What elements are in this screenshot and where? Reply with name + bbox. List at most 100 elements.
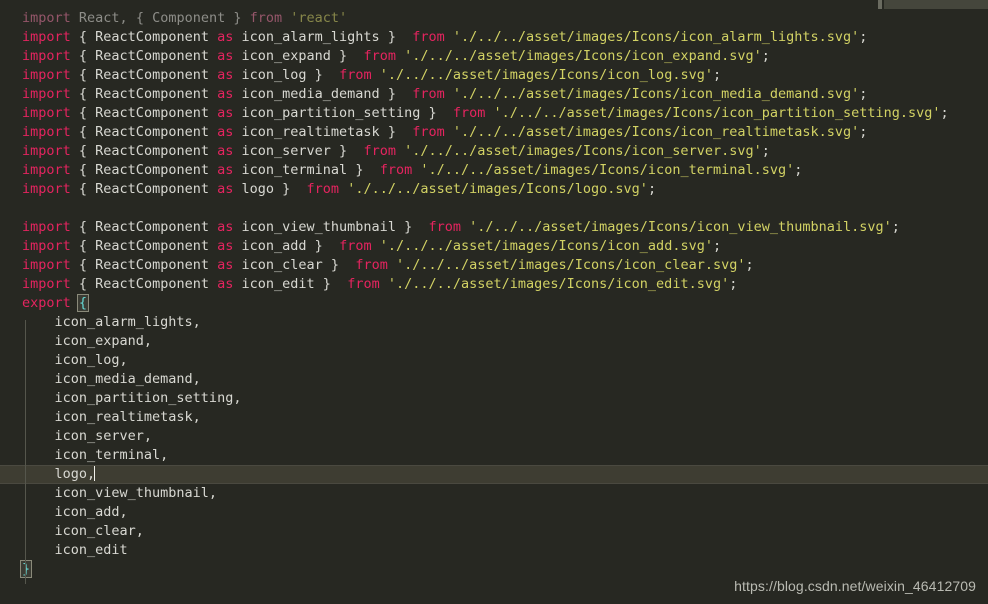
code-line[interactable]: icon_partition_setting, <box>0 389 988 408</box>
code-line[interactable]: icon_server, <box>0 427 988 446</box>
vertical-scrollbar-thumb[interactable] <box>878 0 882 9</box>
code-token-kw: import <box>22 86 71 102</box>
code-token-id: icon_edit <box>22 542 128 558</box>
code-token-kw: from <box>347 276 380 292</box>
code-token-id: icon_media_demand <box>241 86 380 102</box>
indent-guide <box>25 320 26 584</box>
code-token-str: './../../asset/images/Icons/icon_log.svg… <box>379 67 713 83</box>
code-token-id: ReactComponent <box>95 257 209 273</box>
code-line[interactable]: import { ReactComponent as icon_edit } f… <box>0 275 988 294</box>
code-line[interactable]: import { ReactComponent as logo } from '… <box>0 180 988 199</box>
bracket-match-highlight: { <box>76 294 90 312</box>
code-line[interactable]: import { ReactComponent as icon_log } fr… <box>0 66 988 85</box>
code-token-punc: { <box>70 48 96 64</box>
code-token-kw: as <box>217 219 234 235</box>
code-token-sp <box>233 276 241 292</box>
code-token-kw: as <box>217 162 234 178</box>
code-token-punc: { <box>70 276 96 292</box>
code-token-punc: { <box>70 257 96 273</box>
text-cursor <box>94 466 96 481</box>
code-line[interactable]: icon_add, <box>0 503 988 522</box>
code-token-id: ReactComponent <box>95 238 209 254</box>
code-line[interactable]: icon_alarm_lights, <box>0 313 988 332</box>
code-token-id: icon_edit <box>241 276 315 292</box>
code-editor[interactable]: import React, { Component } from 'react'… <box>0 0 988 604</box>
code-token-sp <box>233 67 241 83</box>
code-token-id: ReactComponent <box>95 86 209 102</box>
minimap-slider[interactable] <box>884 0 988 9</box>
code-line[interactable]: import { ReactComponent as icon_partitio… <box>0 104 988 123</box>
code-token-punc: { <box>70 219 96 235</box>
code-token-sp <box>209 105 217 121</box>
code-token-punc: } <box>314 276 348 292</box>
code-token-id: icon_log <box>241 67 307 83</box>
code-token-sp <box>233 86 241 102</box>
code-token-id: icon_log, <box>22 352 128 368</box>
code-line[interactable]: icon_expand, <box>0 332 988 351</box>
code-token-kw: import <box>22 67 71 83</box>
code-line[interactable]: icon_clear, <box>0 522 988 541</box>
code-token-id: icon_expand, <box>22 333 153 349</box>
code-token-id: icon_server <box>241 143 331 159</box>
code-token-punc: } <box>274 181 307 197</box>
code-token-sp <box>209 276 217 292</box>
code-token-kw: as <box>217 29 234 45</box>
code-line[interactable]: icon_view_thumbnail, <box>0 484 988 503</box>
code-line[interactable]: icon_edit <box>0 541 988 560</box>
code-line[interactable]: } <box>0 560 988 579</box>
code-line[interactable]: icon_media_demand, <box>0 370 988 389</box>
code-line[interactable]: icon_log, <box>0 351 988 370</box>
code-line[interactable]: icon_terminal, <box>0 446 988 465</box>
code-token-str: './../../asset/images/Icons/icon_add.svg… <box>379 238 713 254</box>
code-line[interactable]: import { ReactComponent as icon_media_de… <box>0 85 988 104</box>
code-line[interactable]: import { ReactComponent as icon_view_thu… <box>0 218 988 237</box>
code-line[interactable]: ​ <box>0 199 988 218</box>
code-token-id: icon_partition_setting, <box>22 390 242 406</box>
code-line[interactable]: import { ReactComponent as icon_alarm_li… <box>0 28 988 47</box>
code-token-sp <box>209 29 217 45</box>
code-line[interactable]: import { ReactComponent as icon_terminal… <box>0 161 988 180</box>
code-line[interactable]: import { ReactComponent as icon_server }… <box>0 142 988 161</box>
code-token-punc: ; <box>859 124 868 140</box>
code-token-kw: as <box>217 143 234 159</box>
code-token-sp <box>233 162 241 178</box>
code-token-kw: from <box>363 143 396 159</box>
code-line[interactable]: import React, { Component } from 'react' <box>0 9 988 28</box>
code-line-active[interactable]: logo, <box>0 465 988 484</box>
code-token-punc: { <box>70 238 96 254</box>
code-token-id: icon_media_demand, <box>22 371 201 387</box>
code-token-sp <box>485 105 493 121</box>
code-content[interactable]: import React, { Component } from 'react'… <box>0 0 988 604</box>
code-token-kw: from <box>249 10 283 26</box>
code-token-id: icon_realtimetask, <box>22 409 201 425</box>
code-token-punc: } <box>347 162 380 178</box>
code-token-sp <box>209 162 217 178</box>
code-token-id: icon_expand <box>241 48 331 64</box>
watermark-url: https://blog.csdn.net/weixin_46412709 <box>734 578 976 594</box>
code-line[interactable]: import { ReactComponent as icon_realtime… <box>0 123 988 142</box>
code-token-punc: } <box>420 105 453 121</box>
code-token-kw: import <box>22 181 71 197</box>
code-token-id: icon_add, <box>22 504 128 520</box>
code-token-kw: as <box>217 48 234 64</box>
code-token-punc: ; <box>647 181 657 197</box>
code-token-sp <box>445 86 453 102</box>
code-token-punc: } <box>379 29 413 45</box>
code-token-id: ReactComponent <box>95 124 209 140</box>
code-line[interactable]: icon_realtimetask, <box>0 408 988 427</box>
code-line[interactable]: import { ReactComponent as icon_add } fr… <box>0 237 988 256</box>
code-token-sp <box>388 257 396 273</box>
code-token-str: './../../asset/images/Icons/icon_view_th… <box>469 219 892 235</box>
code-token-sp <box>233 181 241 197</box>
code-token-sp <box>233 257 241 273</box>
code-token-kw: import <box>22 105 71 121</box>
bracket-match-highlight: } <box>19 560 33 578</box>
code-token-punc: { <box>70 181 96 197</box>
code-token-sp <box>445 29 453 45</box>
code-line[interactable]: import { ReactComponent as icon_clear } … <box>0 256 988 275</box>
code-line[interactable]: import { ReactComponent as icon_expand }… <box>0 47 988 66</box>
code-token-id: ReactComponent <box>95 219 209 235</box>
code-line[interactable]: export { <box>0 294 988 313</box>
code-token-punc: ; <box>859 29 868 45</box>
code-token-punc: } <box>330 48 364 64</box>
